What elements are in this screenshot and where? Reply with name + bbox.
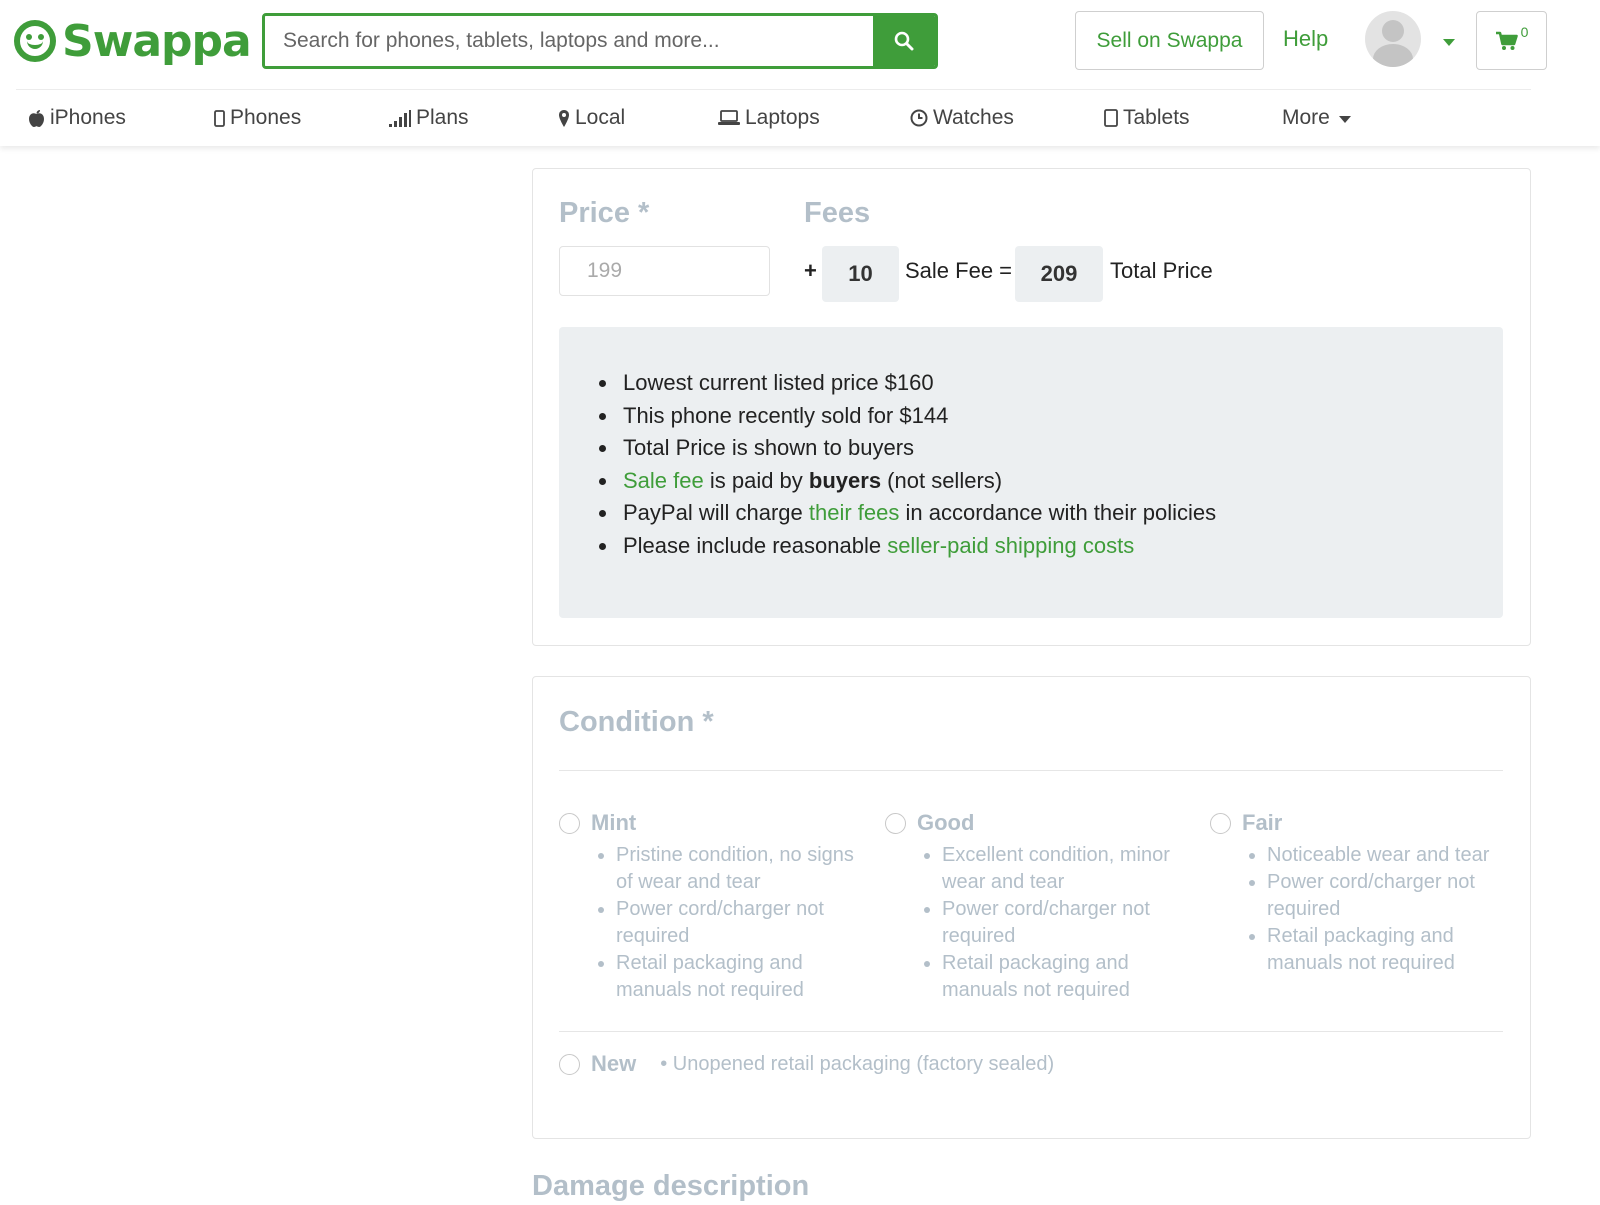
category-nav: iPhones Phones Plans Local Laptops Watch… (0, 100, 1600, 140)
logo-text: Swappa (62, 15, 252, 67)
top-header: Swappa Sell on Swappa Help 0 iPho (0, 0, 1600, 146)
condition-panel: Condition * Mint Pristine condition, no … (532, 676, 1531, 1139)
cart-button[interactable]: 0 (1476, 11, 1547, 70)
phone-icon (214, 109, 225, 127)
nav-item-laptops[interactable]: Laptops (718, 100, 820, 136)
nav-label-phones: Phones (230, 106, 302, 129)
fees-heading: Fees (804, 197, 871, 229)
nav-item-iphones[interactable]: iPhones (28, 100, 126, 136)
info-lowest-price: Lowest current listed price $160 (619, 367, 1216, 400)
price-info-list: Lowest current listed price $160 This ph… (619, 367, 1216, 562)
signal-icon (389, 109, 411, 127)
condition-heading: Condition * (559, 706, 714, 738)
cart-icon (1495, 31, 1518, 50)
damage-description-heading: Damage description (532, 1170, 810, 1202)
price-heading: Price * (559, 197, 650, 229)
info-total-shown: Total Price is shown to buyers (619, 432, 1216, 465)
mint-label[interactable]: Mint (591, 810, 636, 836)
sale-fee-link[interactable]: Sale fee (623, 468, 704, 493)
info-paypal-fees: PayPal will charge their fees in accorda… (619, 497, 1216, 530)
price-panel: Price * Fees + 10 Sale Fee = 209 Total P… (532, 168, 1531, 646)
condition-option-new: New • Unopened retail packaging (factory… (559, 1049, 1054, 1079)
search-bar (262, 13, 938, 69)
cart-count: 0 (1520, 23, 1529, 40)
search-icon (894, 31, 914, 51)
good-details: Excellent condition, minor wear and tear… (942, 842, 1185, 1004)
good-label[interactable]: Good (917, 810, 974, 836)
condition-divider (559, 770, 1503, 771)
condition-option-fair: Fair Noticeable wear and tear Power cord… (1210, 808, 1510, 977)
watch-icon (910, 109, 928, 127)
laptop-icon (718, 110, 740, 125)
new-description: • Unopened retail packaging (factory sea… (660, 1052, 1055, 1075)
account-caret-icon[interactable] (1443, 39, 1455, 46)
price-input[interactable] (559, 246, 770, 296)
help-link[interactable]: Help (1283, 26, 1328, 52)
new-radio[interactable] (559, 1053, 580, 1075)
fair-details: Noticeable wear and tear Power cord/char… (1267, 842, 1510, 977)
sale-fee-label: Sale Fee = (905, 258, 1013, 283)
nav-item-plans[interactable]: Plans (389, 100, 469, 136)
total-price-label: Total Price (1110, 258, 1213, 283)
search-input[interactable] (265, 16, 873, 66)
header-divider (16, 89, 1531, 90)
swappa-logo[interactable]: Swappa (14, 14, 252, 68)
condition-divider-lower (559, 1031, 1503, 1032)
good-radio[interactable] (885, 812, 906, 834)
nav-item-tablets[interactable]: Tablets (1104, 100, 1190, 136)
mint-radio[interactable] (559, 812, 580, 834)
swappa-logo-icon (14, 20, 56, 62)
total-price-value: 209 (1015, 246, 1103, 302)
map-marker-icon (559, 109, 569, 127)
avatar[interactable] (1365, 11, 1421, 67)
nav-label-tablets: Tablets (1123, 106, 1190, 129)
nav-label-watches: Watches (933, 106, 1014, 129)
shipping-costs-link[interactable]: seller-paid shipping costs (887, 533, 1134, 558)
nav-item-local[interactable]: Local (558, 100, 625, 136)
new-label[interactable]: New (591, 1051, 636, 1077)
mint-details: Pristine condition, no signs of wear and… (616, 842, 859, 1004)
info-shipping: Please include reasonable seller-paid sh… (619, 530, 1216, 563)
tablet-icon (1104, 109, 1118, 127)
info-sale-fee: Sale fee is paid by buyers (not sellers) (619, 465, 1216, 498)
nav-label-local: Local (575, 106, 626, 129)
nav-item-phones[interactable]: Phones (214, 100, 301, 136)
condition-option-good: Good Excellent condition, minor wear and… (885, 808, 1185, 1004)
sell-on-swappa-button[interactable]: Sell on Swappa (1075, 11, 1264, 70)
sale-fee-value: 10 (822, 246, 899, 302)
condition-option-mint: Mint Pristine condition, no signs of wea… (559, 808, 859, 1004)
nav-item-watches[interactable]: Watches (910, 100, 1014, 136)
search-button[interactable] (873, 16, 935, 66)
price-info-box: Lowest current listed price $160 This ph… (559, 327, 1503, 618)
plus-sign: + (804, 258, 817, 283)
nav-label-iphones: iPhones (50, 106, 126, 129)
fair-radio[interactable] (1210, 812, 1231, 834)
chevron-down-icon (1338, 116, 1351, 123)
nav-label-plans: Plans (416, 106, 469, 129)
nav-more-dropdown[interactable]: More (1282, 100, 1351, 136)
fair-label[interactable]: Fair (1242, 810, 1282, 836)
nav-label-laptops: Laptops (745, 106, 820, 129)
info-recently-sold: This phone recently sold for $144 (619, 400, 1216, 433)
nav-label-more: More (1282, 106, 1330, 129)
their-fees-link[interactable]: their fees (809, 500, 900, 525)
apple-icon (29, 109, 44, 127)
